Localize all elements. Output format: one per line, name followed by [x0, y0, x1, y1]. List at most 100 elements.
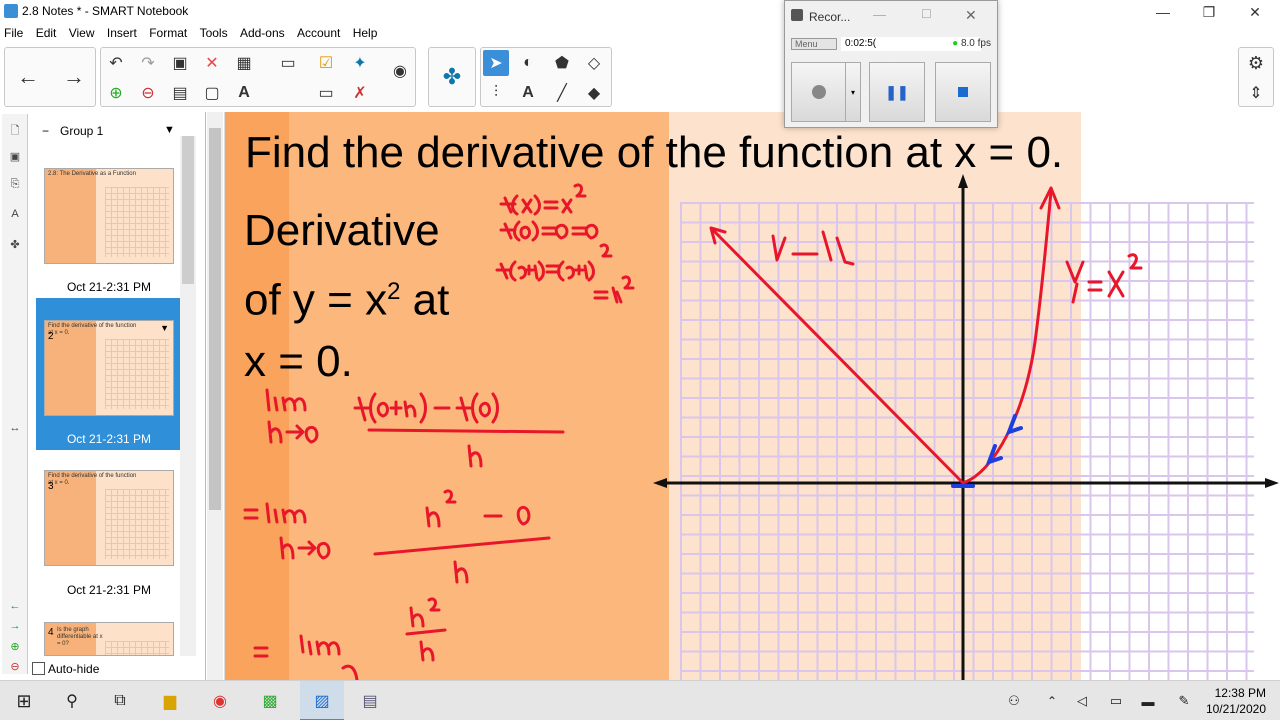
handwriting-f-of-zero: [499, 220, 599, 242]
save-icon[interactable]: ▤: [167, 80, 193, 106]
thumbnail-grid: [105, 489, 169, 559]
page-number: 4: [48, 627, 54, 638]
handwriting-y-equals-neg-x: [771, 230, 855, 266]
record-dropdown-button[interactable]: ▾: [845, 62, 861, 122]
recorder-menu-button[interactable]: Menu: [791, 38, 837, 50]
window-title: 2.8 Notes * - SMART Notebook: [22, 4, 189, 18]
app-icon[interactable]: ▩: [258, 689, 282, 713]
clock-date: 10/21/2020: [1205, 702, 1266, 716]
canvas-scroll-thumb[interactable]: [209, 128, 221, 510]
search-icon[interactable]: ⚲: [60, 689, 84, 713]
screen-shade-icon[interactable]: ▢: [199, 80, 225, 106]
close-button[interactable]: ✕: [1232, 0, 1278, 24]
sidebar-forward-icon[interactable]: →: [6, 620, 24, 640]
sidebar-delete-page-icon[interactable]: ⊖: [6, 660, 24, 680]
new-page-icon[interactable]: ⊕: [103, 80, 129, 106]
text-tool-icon[interactable]: A: [515, 80, 541, 106]
handwriting-numerator-1: [353, 392, 499, 424]
menu-view[interactable]: View: [65, 24, 100, 40]
magic-pen-icon[interactable]: ◇: [581, 50, 607, 76]
eraser-icon[interactable]: ◆: [581, 80, 607, 106]
maximize-button[interactable]: ❐: [1186, 0, 1232, 24]
ink-annotations: [243, 174, 1279, 680]
attachments-tab-icon[interactable]: ⎘: [6, 178, 24, 198]
delete-page-icon[interactable]: ⊖: [135, 80, 161, 106]
shapes-icon[interactable]: ◐: [515, 50, 541, 76]
chrome-icon[interactable]: ◉: [208, 689, 232, 713]
canvas-scrollbar[interactable]: [207, 112, 223, 680]
undo-icon[interactable]: ↶: [103, 50, 129, 76]
screen-capture-icon[interactable]: ▭: [275, 50, 301, 76]
properties-tab-icon[interactable]: A: [6, 208, 24, 228]
gallery-tab-icon[interactable]: ▣: [6, 150, 24, 170]
page-thumbnail-2[interactable]: Find the derivative of the function at x…: [44, 320, 174, 416]
pen-icon[interactable]: ✎: [1172, 689, 1196, 713]
delete-icon[interactable]: ✕: [199, 50, 225, 76]
previous-page-icon[interactable]: ←: [15, 64, 41, 90]
smart-notebook-taskbar-button[interactable]: ▨: [300, 681, 344, 720]
windows-start-icon[interactable]: ⊞: [12, 689, 36, 713]
recorder-close-icon[interactable]: ✕: [965, 7, 977, 24]
move-toolbar-icon[interactable]: ⇕: [1243, 80, 1269, 106]
recorder-minimize-icon[interactable]: —: [873, 7, 886, 22]
gear-icon[interactable]: ⚙: [1243, 50, 1269, 76]
next-page-icon[interactable]: →: [61, 64, 87, 90]
sidebar-add-page-icon[interactable]: ⊕: [6, 640, 24, 660]
menu-insert[interactable]: Insert: [103, 24, 142, 40]
page-thumbnail-1[interactable]: 2.8: The Derivative as a Function: [44, 168, 174, 264]
sidebar-scroll-thumb[interactable]: [182, 136, 194, 284]
page-sorter-tab-icon[interactable]: 🗋: [6, 122, 24, 142]
minimize-button[interactable]: —: [1140, 0, 1186, 24]
page-number: 3: [48, 481, 54, 492]
battery-icon[interactable]: ▬: [1136, 689, 1160, 713]
redo-icon[interactable]: ↷: [135, 50, 161, 76]
sidebar-scrollbar[interactable]: [180, 136, 196, 656]
menu-tools[interactable]: Tools: [196, 24, 233, 40]
menu-edit[interactable]: Edit: [32, 24, 62, 40]
open-file-icon[interactable]: ▣: [167, 50, 193, 76]
group-collapse-icon[interactable]: −: [42, 124, 49, 138]
recorder-taskbar-icon[interactable]: ▤: [358, 689, 382, 713]
pause-button[interactable]: ❚❚: [869, 62, 925, 122]
thumbnail-grid: [105, 187, 169, 257]
show-hidden-icons[interactable]: ⌃: [1040, 689, 1064, 713]
network-icon[interactable]: ▭: [1104, 689, 1128, 713]
file-explorer-icon[interactable]: ▆: [158, 689, 182, 713]
activity-icon[interactable]: ☑: [313, 50, 339, 76]
coordinate-axes: [657, 178, 1275, 680]
group-dropdown-icon[interactable]: ▼: [164, 124, 175, 136]
notebook-canvas[interactable]: Find the derivative of the function at x…: [224, 112, 1280, 680]
clock-time: 12:38 PM: [1214, 686, 1266, 700]
remove-add-on-icon[interactable]: ✗: [347, 80, 373, 106]
menu-format[interactable]: Format: [145, 24, 192, 40]
text-style-icon[interactable]: A: [231, 80, 257, 106]
volume-icon[interactable]: ◁: [1070, 689, 1094, 713]
add-ons-tab-icon[interactable]: ✤: [6, 238, 24, 258]
recorder-maximize-icon[interactable]: ☐: [921, 7, 932, 21]
people-icon[interactable]: ⚇: [1002, 689, 1026, 713]
sidebar-back-icon[interactable]: ←: [6, 600, 24, 620]
properties-icon[interactable]: ⫶: [483, 80, 509, 106]
system-clock[interactable]: 12:38 PM 10/21/2020: [1206, 685, 1266, 717]
page-thumbnail-4[interactable]: Is the graph differentiable at x = 0? 4: [44, 622, 174, 656]
task-view-icon[interactable]: ⧉: [108, 689, 132, 713]
recording-status-icon: ●: [952, 38, 959, 49]
line-tool-icon[interactable]: ╱: [549, 80, 575, 106]
fill-icon[interactable]: ⬟: [549, 50, 575, 76]
add-ons-icon[interactable]: ✦: [347, 50, 373, 76]
thumbnail-menu-icon[interactable]: ▼: [160, 323, 169, 333]
menu-account[interactable]: Account: [293, 24, 345, 40]
document-camera-icon[interactable]: ▭: [313, 80, 339, 106]
page-thumbnail-3[interactable]: Find the derivative of the function at x…: [44, 470, 174, 566]
table-icon[interactable]: ▦: [231, 50, 257, 76]
menu-help[interactable]: Help: [349, 24, 383, 40]
menu-add-ons[interactable]: Add-ons: [236, 24, 290, 40]
puzzle-icon[interactable]: ✤: [439, 64, 465, 90]
resize-sidebar-icon[interactable]: ↔: [6, 422, 24, 442]
auto-hide-checkbox[interactable]: [32, 662, 45, 675]
camera-icon[interactable]: ◉: [387, 58, 413, 84]
menu-file[interactable]: File: [0, 24, 28, 40]
stop-button[interactable]: [935, 62, 991, 122]
select-pointer-icon[interactable]: ➤: [483, 50, 509, 76]
record-button[interactable]: [791, 62, 847, 122]
